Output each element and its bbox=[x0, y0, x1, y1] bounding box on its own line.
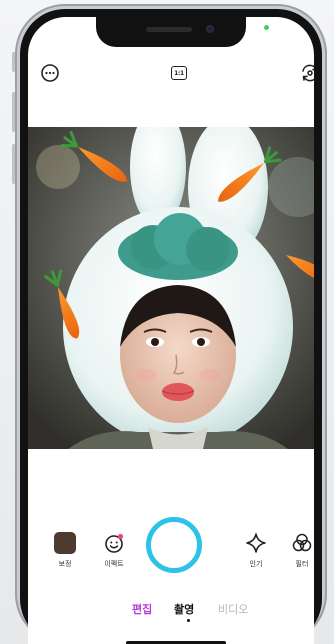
phone-frame: 1:1 보정 이펙트 인기 필터 편집 촬영 비디오 bbox=[15, 4, 327, 644]
correction-swatch bbox=[54, 532, 76, 554]
phone-bezel: 1:1 보정 이펙트 인기 필터 편집 촬영 비디오 bbox=[20, 9, 322, 644]
active-mode-indicator bbox=[187, 619, 190, 622]
flip-camera-button[interactable] bbox=[298, 61, 314, 85]
camera-flip-icon bbox=[302, 64, 314, 82]
more-horizontal-circle-icon bbox=[41, 64, 59, 82]
mode-tab-shoot[interactable]: 촬영 bbox=[174, 601, 194, 617]
popular-button[interactable]: 인기 bbox=[238, 531, 274, 569]
correction-button[interactable]: 보정 bbox=[47, 531, 83, 569]
filter-button[interactable]: 필터 bbox=[284, 531, 314, 569]
smiley-sparkle-icon bbox=[102, 531, 126, 555]
mode-selector: 편집 촬영 비디오 bbox=[28, 601, 314, 625]
camera-preview-image bbox=[28, 127, 314, 449]
device-mockup: 1:1 보정 이펙트 인기 필터 편집 촬영 비디오 bbox=[0, 0, 334, 644]
effect-label: 이펙트 bbox=[104, 560, 124, 568]
correction-swatch-icon bbox=[53, 531, 77, 555]
mode-tab-edit[interactable]: 편집 bbox=[132, 601, 152, 617]
notch bbox=[96, 17, 246, 47]
shutter-button[interactable] bbox=[146, 517, 202, 573]
front-camera-lens bbox=[206, 25, 214, 33]
popular-label: 인기 bbox=[249, 560, 263, 568]
aspect-ratio-label: 1:1 bbox=[171, 66, 187, 80]
camera-in-use-indicator bbox=[264, 25, 269, 30]
speaker-grille bbox=[146, 27, 192, 32]
more-options-button[interactable] bbox=[38, 61, 62, 85]
aspect-ratio-button[interactable]: 1:1 bbox=[167, 61, 191, 85]
filter-circles-icon bbox=[290, 531, 314, 555]
effect-button[interactable]: 이펙트 bbox=[96, 531, 132, 569]
camera-preview[interactable] bbox=[28, 127, 314, 449]
correction-label: 보정 bbox=[58, 560, 72, 568]
filter-label: 필터 bbox=[295, 560, 309, 568]
sparkle-star-icon bbox=[244, 531, 268, 555]
camera-controls: 보정 이펙트 인기 필터 bbox=[28, 517, 314, 587]
app-screen: 1:1 보정 이펙트 인기 필터 편집 촬영 비디오 bbox=[28, 17, 314, 644]
mode-tab-video[interactable]: 비디오 bbox=[218, 601, 248, 617]
